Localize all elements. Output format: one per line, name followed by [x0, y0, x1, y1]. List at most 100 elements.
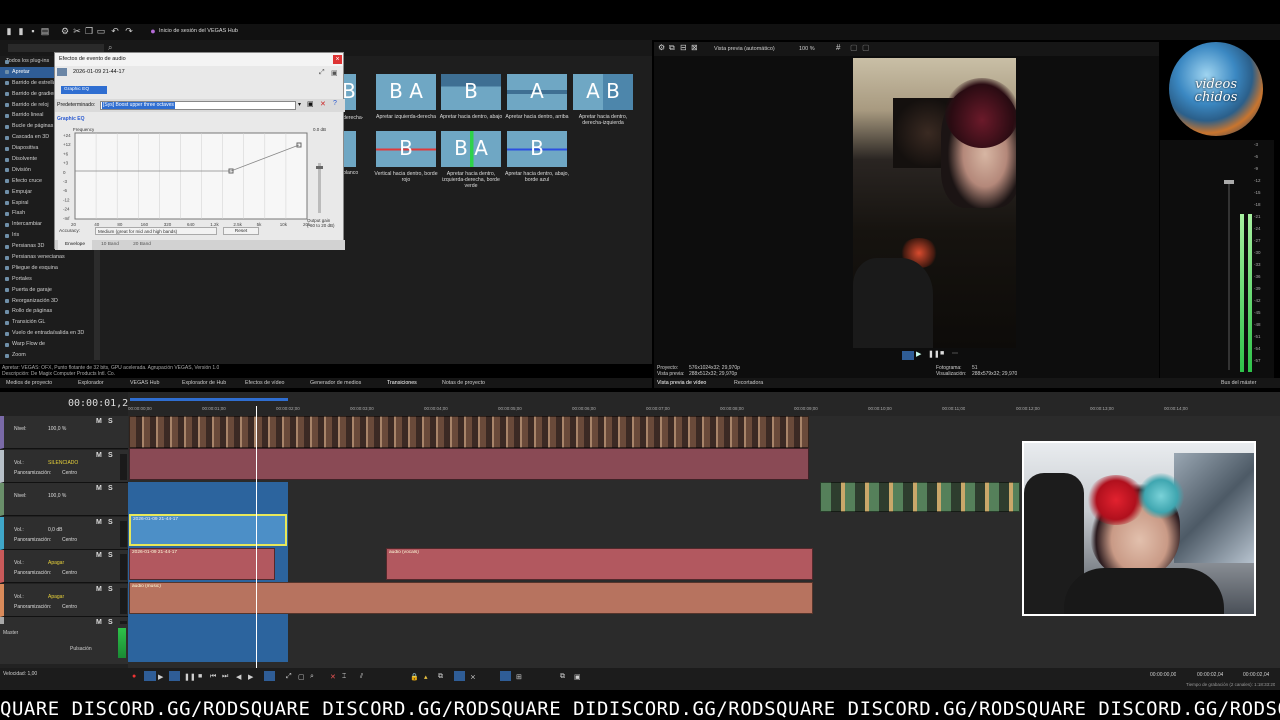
fx-list-item[interactable]: Pliegue de esquina: [0, 263, 102, 274]
save-icon[interactable]: ▪: [28, 26, 38, 37]
play-from-start-icon[interactable]: ▶: [158, 673, 163, 681]
loop-region[interactable]: [130, 398, 288, 401]
tab-explorer[interactable]: Explorador: [78, 378, 104, 388]
region-icon[interactable]: ⧉: [438, 673, 443, 681]
solo-button[interactable]: S: [108, 552, 113, 559]
undo-icon[interactable]: ↶: [110, 26, 120, 37]
mute-button[interactable]: M: [96, 452, 102, 459]
fx-list-item[interactable]: Puerta de garaje: [0, 285, 102, 296]
audio-clip-vocals[interactable]: audio (vocals): [386, 548, 813, 580]
tab-video-fx[interactable]: Efectos de vídeo: [245, 378, 284, 388]
mute-button[interactable]: M: [96, 485, 102, 492]
gear-icon[interactable]: ⚙: [658, 43, 665, 52]
go-to-start-icon[interactable]: ⏮: [210, 673, 216, 681]
tab-vegas-hub[interactable]: VEGAS Hub: [130, 378, 159, 388]
vegas-hub-login[interactable]: Inicio de sesión del VEGAS Hub: [159, 28, 238, 34]
normal-edit-tool-icon[interactable]: [264, 671, 275, 681]
snapping-icon[interactable]: [500, 671, 511, 681]
transition-preset-tile[interactable]: B: [507, 131, 567, 167]
solo-button[interactable]: S: [108, 418, 113, 425]
master-fader-track[interactable]: [1228, 184, 1230, 370]
fx-list-item[interactable]: Persianas venecianas: [0, 252, 102, 263]
help-icon[interactable]: ?: [333, 100, 337, 107]
preview-quality-dropdown[interactable]: Vista previa (automático): [714, 46, 775, 52]
video-clip-secondary[interactable]: [820, 482, 1020, 512]
delete-icon[interactable]: ✕: [330, 673, 336, 681]
new-file-icon[interactable]: ▮: [4, 26, 14, 37]
play-icon[interactable]: [169, 671, 180, 681]
track-header[interactable]: Vol.: SILENCIADO Panoramización: Centro M S: [0, 449, 128, 483]
pause-icon[interactable]: ❚❚: [928, 350, 940, 358]
audio-clip-selected[interactable]: 2026-01-09 21-44-17: [129, 514, 287, 546]
tab-project-notes[interactable]: Notas de proyecto: [442, 378, 485, 388]
trim-icon[interactable]: ⌶: [342, 673, 346, 681]
close-icon[interactable]: ×: [333, 55, 342, 64]
selection-tool-icon[interactable]: ▢: [298, 673, 305, 681]
tab-10-band[interactable]: 10 Band: [95, 240, 125, 250]
mute-button[interactable]: M: [96, 586, 102, 593]
crossfade-icon[interactable]: ⨯: [470, 673, 476, 681]
mute-button[interactable]: M: [96, 418, 102, 425]
tab-project-media[interactable]: Medios de proyecto: [6, 378, 52, 388]
plugin-chooser-icon[interactable]: ▣: [331, 69, 338, 77]
output-gain-slider[interactable]: [318, 163, 321, 213]
audio-clip-muted[interactable]: [129, 448, 809, 480]
save-snapshot-icon[interactable]: ▢: [862, 43, 870, 52]
stop-icon[interactable]: ■: [940, 350, 944, 357]
cut-icon[interactable]: ✂: [72, 26, 82, 37]
copy-snapshot-icon[interactable]: ▢: [850, 43, 858, 52]
tab-20-band[interactable]: 20 Band: [127, 240, 157, 250]
stop-icon[interactable]: ■: [198, 673, 202, 680]
record-icon[interactable]: ●: [132, 673, 136, 680]
fx-icon[interactable]: ⧉: [669, 43, 675, 53]
track-header[interactable]: Vol.: Apagar Panoramización: Centro M S: [0, 583, 128, 617]
tab-transitions[interactable]: Transiciones: [387, 378, 417, 388]
fx-list-item[interactable]: Transición GL: [0, 317, 102, 328]
previous-frame-icon[interactable]: ◀: [236, 673, 241, 681]
reset-button[interactable]: Reset: [223, 227, 259, 235]
copy-icon[interactable]: ❐: [84, 26, 94, 37]
previous-frame-icon[interactable]: ⋯: [952, 350, 958, 357]
split-icon[interactable]: ⫽: [360, 673, 363, 681]
paste-icon[interactable]: ▣: [574, 673, 581, 681]
grid-icon[interactable]: #: [836, 43, 840, 52]
fx-list-item[interactable]: Portales: [0, 274, 102, 285]
track-header[interactable]: Vol.: 0,0 dB Panoramización: Centro M S: [0, 516, 128, 550]
accuracy-dropdown[interactable]: Medium (great for mid and high bands): [95, 227, 217, 235]
auto-ripple-icon[interactable]: [454, 671, 465, 681]
transition-preset-tile[interactable]: A B: [573, 74, 633, 110]
track-header[interactable]: Vol.: Apagar Panoramización: Centro M S: [0, 550, 128, 583]
transition-preset-tile[interactable]: B: [376, 131, 436, 167]
fx-list-item[interactable]: Reorganización 3D: [0, 296, 102, 307]
chevron-down-icon[interactable]: ▾: [298, 101, 301, 108]
tab-media-generators[interactable]: Generador de medios: [310, 378, 361, 388]
playhead[interactable]: [256, 406, 257, 674]
copy-icon[interactable]: ⧉: [560, 673, 565, 681]
solo-button[interactable]: S: [108, 519, 113, 526]
fx-list-item[interactable]: Warp Flow de: [0, 339, 102, 350]
tab-envelope[interactable]: Envelope: [58, 240, 92, 250]
tab-master-bus[interactable]: Bus del máster: [1221, 378, 1256, 388]
track-header[interactable]: Nivel: 100,0 % M S: [0, 416, 128, 449]
track-header[interactable]: Nivel: 100,0 % M S: [0, 483, 128, 516]
solo-button[interactable]: S: [108, 485, 113, 492]
split-screen-icon[interactable]: ⊟: [680, 43, 687, 52]
vegas-hub-icon[interactable]: ●: [148, 26, 158, 37]
render-icon[interactable]: ▤: [40, 26, 50, 37]
lock-icon[interactable]: 🔒: [410, 673, 419, 681]
output-gain-thumb[interactable]: [316, 166, 323, 169]
loop-icon[interactable]: [902, 351, 914, 360]
transition-preset-tile[interactable]: B A: [376, 74, 436, 110]
go-to-end-icon[interactable]: ⏭: [222, 673, 228, 681]
open-icon[interactable]: ▮: [16, 26, 26, 37]
eq-graph[interactable]: +24+12+6+30-3-6-12-24-Inf 20 40 80 160 320 64…: [61, 123, 331, 228]
transition-preset-tile[interactable]: B: [441, 74, 501, 110]
save-preset-icon[interactable]: ▣: [307, 100, 314, 108]
tab-hub-explorer[interactable]: Explorador de Hub: [182, 378, 226, 388]
settings-icon[interactable]: ⚙: [60, 26, 70, 37]
tab-trimmer[interactable]: Recortadora: [734, 378, 763, 388]
fx-search-input[interactable]: [8, 44, 104, 52]
preview-zoom-dropdown[interactable]: 100 %: [799, 46, 815, 52]
transition-preset-tile[interactable]: B A: [441, 131, 501, 167]
grouping-icon[interactable]: ⊞: [516, 673, 522, 681]
